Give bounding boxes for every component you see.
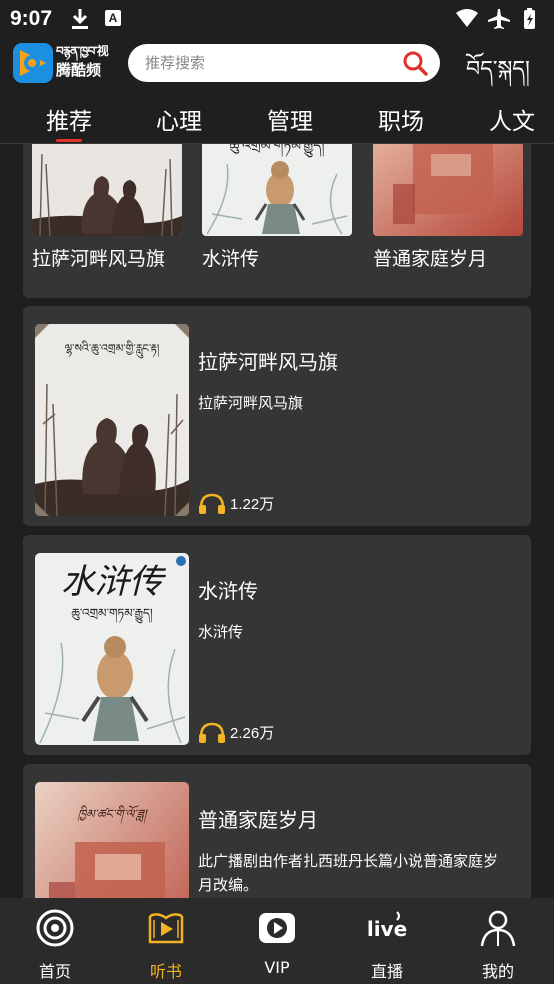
book-cover-title: 水浒传 (61, 562, 167, 602)
content-feed[interactable]: 拉萨河畔风马旗 ཆུ་འགྲམ་གཏམ་རྒྱུད། 水浒传 普通家庭岁月 ལྷ… (0, 144, 554, 898)
play-count-value: 1.22万 (230, 495, 275, 513)
grid-item[interactable]: 普通家庭岁月 (373, 144, 525, 271)
search-icon[interactable] (402, 50, 428, 76)
app-logo (13, 43, 53, 83)
nav-label: 听书 (149, 962, 182, 981)
book-cover: ལྷ་སའི་ཆུ་འགྲམ་གྱི་རླུང་རྟ། (35, 324, 189, 516)
logo-line-2: 腾酷频 (56, 61, 102, 79)
bottom-navigation: 首页 听书 VIP live 直播 我的 (0, 898, 554, 984)
home-icon (36, 909, 74, 947)
live-icon-text: live (367, 917, 407, 941)
nav-label: 我的 (481, 962, 514, 981)
wifi-icon (456, 9, 478, 27)
headphones-icon (199, 722, 225, 743)
nav-home[interactable]: 首页 (10, 904, 100, 981)
list-item[interactable]: ལྷ་སའི་ཆུ་འགྲམ་གྱི་རླུང་རྟ། 拉萨河畔风马旗 拉萨河畔… (23, 306, 531, 526)
list-item-title: 拉萨河畔风马旗 (198, 350, 338, 374)
logo-line-1: བརྙན་ཁྱབ་视 (56, 44, 109, 58)
profile-icon (480, 910, 516, 947)
nav-vip[interactable]: VIP (232, 904, 322, 980)
tab-recommend[interactable]: 推荐 (46, 102, 92, 142)
grid-item-title: 拉萨河畔风马旗 (32, 248, 166, 270)
live-icon: live (367, 911, 407, 941)
search-input[interactable] (145, 44, 395, 82)
headphones-icon (199, 493, 225, 514)
cover-water-margin: ཆུ་འགྲམ་གཏམ་རྒྱུད། (202, 144, 352, 236)
list-item-title: 普通家庭岁月 (198, 808, 318, 832)
app-logo-text: བརྙན་ཁྱབ་视 腾酷频 (56, 43, 109, 83)
tab-humanities[interactable]: 人文 (489, 102, 535, 136)
grid-item[interactable]: ཆུ་འགྲམ་གཏམ་རྒྱུད། 水浒传 (202, 144, 354, 271)
status-icons (456, 8, 535, 29)
list-item-desc: 此广播剧由作者扎西班丹长篇小说普通家庭岁月改编。 (198, 852, 499, 894)
search-bar[interactable] (128, 44, 440, 82)
nav-audiobook[interactable]: 听书 (121, 904, 211, 981)
grid-item[interactable]: 拉萨河畔风马旗 (32, 144, 184, 271)
cover-ordinary-family (373, 144, 523, 236)
tab-workplace[interactable]: 职场 (378, 102, 424, 136)
play-count: 2.26万 (198, 721, 274, 743)
app-header: བརྙན་ཁྱབ་视 腾酷频 བོད་སྐད། (0, 38, 554, 92)
play-count: 1.22万 (198, 492, 274, 514)
nav-label: 直播 (370, 962, 403, 981)
list-item-desc: 水浒传 (198, 623, 244, 641)
grid-item-title: 水浒传 (202, 248, 260, 270)
status-time: 9:07 (10, 7, 53, 30)
book-cover: ཁྱིམ་ཚང་གི་ལོ་ཟླ། (35, 782, 189, 898)
nav-profile[interactable]: 我的 (453, 904, 543, 981)
tab-management[interactable]: 管理 (267, 102, 313, 136)
vip-play-icon (259, 913, 295, 943)
list-item[interactable]: 水浒传 ཆུ་འགྲམ་གཏམ་རྒྱུད། 水浒传 水浒传 2.26万 (23, 535, 531, 755)
audiobook-icon (148, 913, 184, 944)
list-item[interactable]: ཁྱིམ་ཚང་གི་ལོ་ཟླ། 普通家庭岁月 此广播剧由作者扎西班丹长篇小说… (23, 764, 531, 898)
category-tabs: 推荐 心理 管理 职场 人文 (0, 92, 554, 144)
book-cover: 水浒传 ཆུ་འགྲམ་གཏམ་རྒྱུད། (35, 553, 189, 745)
grid-item-title: 普通家庭岁月 (373, 248, 488, 270)
nav-label: VIP (264, 958, 290, 977)
cover-lhasa (32, 144, 182, 237)
nav-live[interactable]: live 直播 (342, 904, 432, 981)
airplane-icon (488, 9, 510, 29)
tab-psychology[interactable]: 心理 (156, 102, 202, 136)
download-icon (72, 9, 88, 29)
recommend-grid-card: 拉萨河畔风马旗 ཆུ་འགྲམ་གཏམ་རྒྱུད། 水浒传 普通家庭岁月 (23, 144, 531, 298)
status-bar: 9:07 A (0, 0, 554, 38)
keyboard-icon: A (105, 10, 121, 26)
list-item-desc: 拉萨河畔风马旗 (198, 394, 304, 412)
play-count-value: 2.26万 (230, 724, 275, 742)
list-item-title: 水浒传 (198, 579, 258, 603)
nav-label: 首页 (38, 962, 71, 981)
